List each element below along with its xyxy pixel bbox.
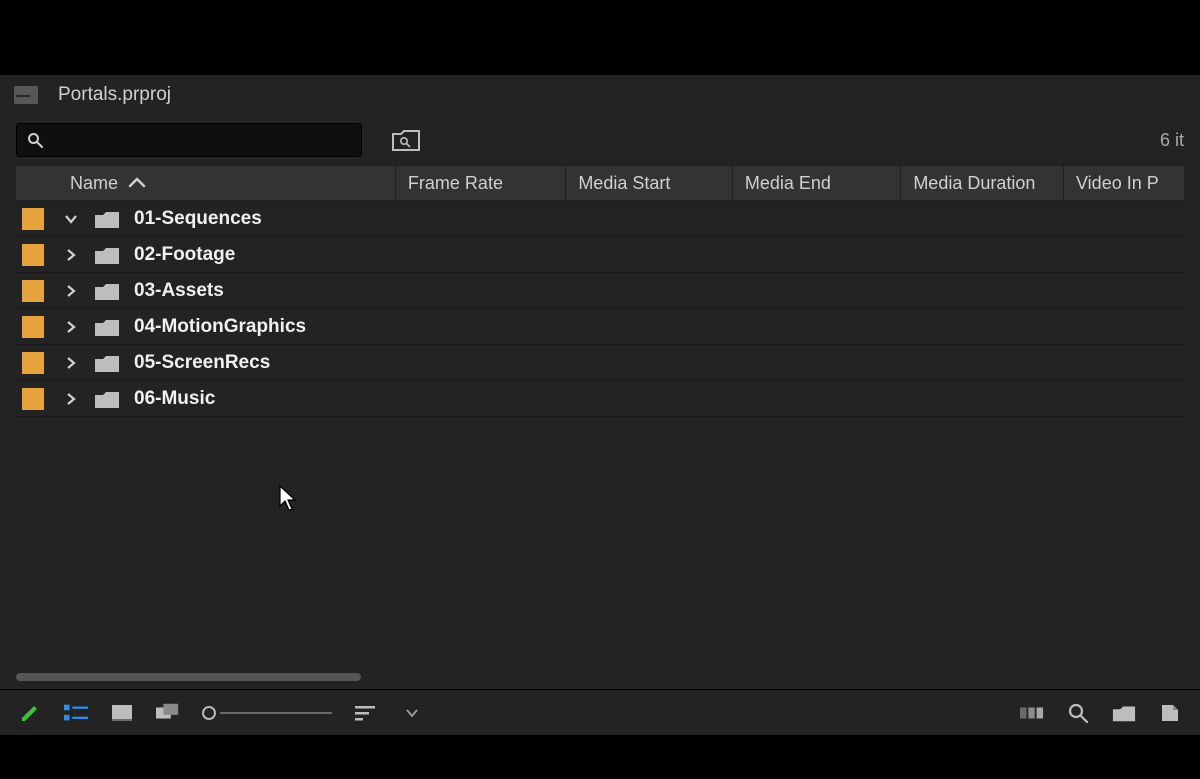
automate-to-sequence-icon[interactable] (1020, 701, 1044, 725)
chevron-right-icon[interactable] (62, 318, 80, 336)
writable-pencil-icon[interactable] (18, 701, 42, 725)
icon-view-icon[interactable] (110, 701, 134, 725)
project-item-count: 6 it (1160, 130, 1184, 151)
bin-name[interactable]: 06-Music (134, 388, 215, 410)
list-view-icon[interactable] (64, 701, 88, 725)
project-panel-header: Portals.prproj (0, 75, 1200, 115)
bin-row[interactable]: 06-Music (16, 381, 1184, 417)
chevron-right-icon[interactable] (62, 354, 80, 372)
bin-name[interactable]: 05-ScreenRecs (134, 352, 270, 374)
project-panel: Portals.prproj 6 it Name (0, 75, 1200, 735)
bin-label-swatch[interactable] (22, 280, 44, 302)
project-search-field[interactable] (16, 123, 362, 157)
sort-menu-chevron-icon[interactable] (400, 701, 424, 725)
new-bin-icon[interactable] (1112, 701, 1136, 725)
project-list-body[interactable]: 01-Sequences 02-Footage 03-Assets 04-Motion… (16, 201, 1184, 671)
project-list: Name Frame Rate Media Start Media End Me… (16, 165, 1184, 671)
column-header-name[interactable]: Name (16, 166, 396, 200)
chevron-right-icon[interactable] (62, 246, 80, 264)
sort-ascending-icon (128, 177, 146, 189)
bin-label-swatch[interactable] (22, 352, 44, 374)
bin-name[interactable]: 01-Sequences (134, 208, 262, 230)
column-header-frame-rate[interactable]: Frame Rate (396, 166, 566, 200)
thumbnail-size-slider[interactable] (202, 706, 332, 720)
panel-tab-icon (14, 86, 38, 104)
chevron-down-icon[interactable] (62, 210, 80, 228)
folder-icon (94, 317, 120, 337)
folder-icon (94, 281, 120, 301)
column-header-media-start[interactable]: Media Start (566, 166, 733, 200)
bin-row[interactable]: 01-Sequences (16, 201, 1184, 237)
column-header-media-duration[interactable]: Media Duration (901, 166, 1064, 200)
bin-row[interactable]: 03-Assets (16, 273, 1184, 309)
find-icon[interactable] (1066, 701, 1090, 725)
chevron-right-icon[interactable] (62, 390, 80, 408)
project-list-header: Name Frame Rate Media Start Media End Me… (16, 165, 1184, 201)
project-search-row: 6 it (0, 115, 1200, 165)
bin-row[interactable]: 05-ScreenRecs (16, 345, 1184, 381)
column-header-video-in[interactable]: Video In P (1064, 166, 1184, 200)
project-filename: Portals.prproj (58, 84, 171, 106)
folder-icon (94, 245, 120, 265)
new-item-icon[interactable] (1158, 701, 1182, 725)
slider-knob-icon[interactable] (202, 706, 216, 720)
bin-name[interactable]: 04-MotionGraphics (134, 316, 306, 338)
column-header-media-end[interactable]: Media End (733, 166, 901, 200)
bin-row[interactable]: 02-Footage (16, 237, 1184, 273)
folder-icon (94, 209, 120, 229)
bin-label-swatch[interactable] (22, 244, 44, 266)
slider-track (220, 712, 332, 714)
bin-name[interactable]: 03-Assets (134, 280, 224, 302)
bin-label-swatch[interactable] (22, 388, 44, 410)
bin-label-swatch[interactable] (22, 316, 44, 338)
folder-icon (94, 353, 120, 373)
scrollbar-thumb[interactable] (16, 673, 361, 681)
bin-label-swatch[interactable] (22, 208, 44, 230)
column-label: Name (70, 173, 118, 194)
project-search-input[interactable] (51, 131, 351, 150)
bin-row[interactable]: 04-MotionGraphics (16, 309, 1184, 345)
freeform-view-icon[interactable] (156, 701, 180, 725)
project-horizontal-scrollbar[interactable] (16, 671, 1184, 683)
new-search-bin-icon[interactable] (392, 129, 420, 151)
project-panel-toolbar (0, 689, 1200, 735)
sort-menu-icon[interactable] (354, 701, 378, 725)
chevron-right-icon[interactable] (62, 282, 80, 300)
folder-icon (94, 389, 120, 409)
search-icon (27, 132, 43, 148)
bin-name[interactable]: 02-Footage (134, 244, 235, 266)
